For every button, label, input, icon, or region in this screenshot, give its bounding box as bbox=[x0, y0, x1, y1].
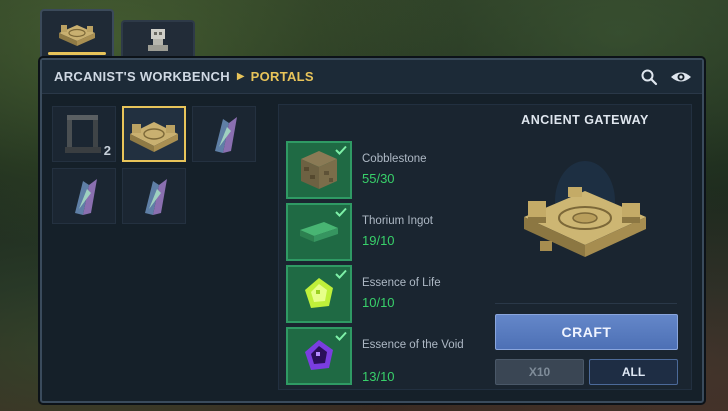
thorium-ingot-icon bbox=[300, 222, 338, 242]
ingredient-count: 55/30 bbox=[362, 171, 395, 186]
recipe-slot-portal-frame[interactable]: 2 bbox=[52, 106, 116, 162]
ingredient-count: 13/10 bbox=[362, 369, 395, 384]
ingredient-slot[interactable] bbox=[286, 141, 352, 199]
ingredient-slot[interactable] bbox=[286, 203, 352, 261]
check-icon bbox=[335, 145, 347, 155]
ingredient-slot[interactable] bbox=[286, 327, 352, 385]
ingredient-row: Essence of the Void 13/10 bbox=[286, 327, 506, 385]
ingredient-count: 19/10 bbox=[362, 233, 395, 248]
check-icon bbox=[335, 331, 347, 341]
statue-icon bbox=[148, 29, 168, 51]
recipe-title: ANCIENT GATEWAY bbox=[521, 113, 649, 127]
recipe-slot-crystal[interactable] bbox=[122, 168, 186, 224]
check-icon bbox=[335, 207, 347, 217]
ingredient-slot[interactable] bbox=[286, 265, 352, 323]
crafting-panel: ARCANIST'S WORKBENCH ▶ PORTALS 2 ANCIENT… bbox=[40, 58, 704, 403]
breadcrumb: ARCANIST'S WORKBENCH ▶ PORTALS bbox=[54, 69, 314, 84]
ingredient-name: Cobblestone bbox=[362, 153, 427, 165]
tab-workbench[interactable] bbox=[40, 9, 114, 57]
craft-all-button[interactable]: ALL bbox=[589, 359, 678, 385]
gateway-icon bbox=[59, 25, 95, 46]
ingredient-name: Thorium Ingot bbox=[362, 215, 433, 227]
breadcrumb-root[interactable]: ARCANIST'S WORKBENCH bbox=[54, 69, 230, 84]
recipe-count: 2 bbox=[103, 143, 111, 158]
ingredient-name: Essence of Life bbox=[362, 277, 441, 289]
tab-statue[interactable] bbox=[121, 20, 195, 58]
breadcrumb-separator-icon: ▶ bbox=[236, 71, 245, 82]
divider bbox=[495, 303, 677, 304]
recipe-detail: ANCIENT GATEWAY Cobblestone 55/30 Thoriu… bbox=[278, 104, 692, 390]
breadcrumb-current: PORTALS bbox=[250, 69, 314, 84]
ancient-gateway-preview-icon bbox=[524, 161, 646, 257]
gateway-icon bbox=[130, 122, 178, 152]
crystal-icon bbox=[215, 117, 237, 153]
search-icon[interactable] bbox=[640, 68, 658, 86]
crystal-icon bbox=[145, 179, 167, 215]
craft-button[interactable]: CRAFT bbox=[495, 314, 678, 350]
ingredient-name: Essence of the Void bbox=[362, 339, 464, 351]
ingredient-count: 10/10 bbox=[362, 295, 395, 310]
ingredient-row: Cobblestone 55/30 bbox=[286, 141, 506, 199]
ingredient-row: Essence of Life 10/10 bbox=[286, 265, 506, 323]
item-preview bbox=[495, 141, 675, 291]
recipe-slot-crystal[interactable] bbox=[52, 168, 116, 224]
essence-of-life-icon bbox=[305, 278, 333, 308]
panel-header: ARCANIST'S WORKBENCH ▶ PORTALS bbox=[42, 60, 702, 94]
eye-icon[interactable] bbox=[670, 68, 692, 86]
recipe-slot-crystal[interactable] bbox=[192, 106, 256, 162]
check-icon bbox=[335, 269, 347, 279]
recipe-slot-ancient-gateway[interactable] bbox=[122, 106, 186, 162]
essence-of-void-icon bbox=[305, 340, 333, 370]
ingredient-row: Thorium Ingot 19/10 bbox=[286, 203, 506, 261]
crystal-icon bbox=[75, 179, 97, 215]
craft-x10-button[interactable]: X10 bbox=[495, 359, 584, 385]
